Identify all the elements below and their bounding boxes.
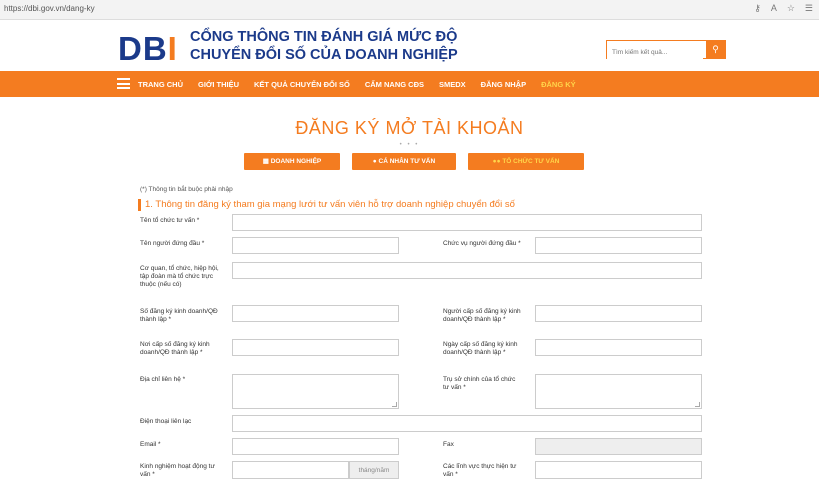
logo[interactable]: DBI (118, 32, 178, 65)
org-name-label: Tên tổ chức tư vấn * (140, 217, 200, 224)
license-place-label: Nơi cấp số đăng ký kinh doanh/QĐ thành l… (140, 341, 210, 356)
head-name-input[interactable] (232, 237, 399, 254)
browser-icons: ⚷ A ☆ ☰ (754, 3, 813, 14)
browser-bar: https://dbi.gov.vn/dang-ky ⚷ A ☆ ☰ (0, 0, 819, 20)
fields-input[interactable] (535, 461, 702, 479)
head-position-label: Chức vụ người đứng đầu * (443, 240, 521, 247)
fax-input[interactable] (535, 438, 702, 455)
tab-consulting-org[interactable]: ●● TỔ CHỨC TƯ VẤN (468, 153, 584, 170)
account-type-tabs: ▦ DOANH NGHIỆP ● CÁ NHÂN TƯ VẤN ●● TỔ CH… (244, 153, 584, 170)
nav-register[interactable]: ĐĂNG KÝ (541, 80, 576, 89)
required-note: (*) Thông tin bắt buộc phải nhập (140, 186, 233, 193)
license-signer-label: Người cấp số đăng ký kinh doanh/QĐ thành… (443, 308, 521, 323)
experience-unit: tháng/năm (349, 461, 399, 479)
nav-smedx[interactable]: SMEDX (439, 80, 466, 89)
nav-login[interactable]: ĐĂNG NHẬP (481, 80, 526, 89)
nav-handbook[interactable]: CẨM NANG CĐS (365, 80, 424, 89)
users-icon: ●● (492, 158, 503, 165)
page-title: ĐĂNG KÝ MỞ TÀI KHOẢN (295, 118, 524, 138)
key-icon[interactable]: ⚷ (754, 3, 761, 14)
menu-icon[interactable] (117, 78, 130, 89)
experience-label: Kinh nghiệm hoạt động tư vấn * (140, 463, 215, 478)
search-input[interactable] (607, 44, 703, 61)
contact-address-label: Địa chỉ liên hệ * (140, 376, 186, 383)
search-box: ⚲ (606, 40, 726, 61)
license-place-input[interactable] (232, 339, 399, 356)
head-position-input[interactable] (535, 237, 702, 254)
license-date-input[interactable] (535, 339, 702, 356)
nav-about[interactable]: GIỚI THIỆU (198, 80, 239, 89)
org-name-input[interactable] (232, 214, 702, 231)
brand-line-1: CỔNG THÔNG TIN ĐÁNH GIÁ MỨC ĐỘ (190, 29, 458, 45)
head-name-label: Tên người đứng đầu * (140, 240, 205, 247)
title-divider: • • • (399, 142, 420, 148)
license-date-label: Ngày cấp số đăng ký kinh doanh/QĐ thành … (443, 341, 518, 356)
tab-business[interactable]: ▦ DOANH NGHIỆP (244, 153, 340, 170)
building-icon: ▦ (262, 158, 271, 165)
read-aloud-icon[interactable]: A (771, 3, 777, 14)
license-signer-input[interactable] (535, 305, 702, 322)
tab-individual-consultant[interactable]: ● CÁ NHÂN TƯ VẤN (352, 153, 456, 170)
search-icon[interactable]: ⚲ (706, 41, 725, 58)
license-no-input[interactable] (232, 305, 399, 322)
section-heading: 1. Thông tin đăng ký tham gia mạng lưới … (138, 199, 515, 211)
fax-label: Fax (443, 441, 454, 448)
email-input[interactable] (232, 438, 399, 455)
fields-label: Các lĩnh vực thực hiện tư vấn * (443, 463, 517, 478)
main-nav: TRANG CHỦ GIỚI THIỆU KẾT QUẢ CHUYỂN ĐỔI … (0, 71, 819, 97)
experience-input[interactable] (232, 461, 349, 479)
address-bar[interactable]: https://dbi.gov.vn/dang-ky (4, 4, 95, 13)
email-label: Email * (140, 441, 161, 448)
favorite-icon[interactable]: ☆ (787, 3, 795, 14)
brand-title: CỔNG THÔNG TIN ĐÁNH GIÁ MỨC ĐỘ CHUYỂN ĐỔ… (190, 28, 458, 64)
license-no-label: Số đăng ký kinh doanh/QĐ thành lập * (140, 308, 218, 323)
head-office-textarea[interactable] (535, 374, 702, 409)
site-header: DBI CỔNG THÔNG TIN ĐÁNH GIÁ MỨC ĐỘ CHUYỂ… (0, 20, 819, 71)
head-office-label: Trụ sở chính của tổ chức tư vấn * (443, 376, 516, 391)
phone-input[interactable] (232, 415, 702, 432)
contact-address-textarea[interactable] (232, 374, 399, 409)
favorites-list-icon[interactable]: ☰ (805, 3, 813, 14)
parent-org-label: Cơ quan, tổ chức, hiệp hội, tập đoàn mà … (140, 265, 219, 288)
nav-results[interactable]: KẾT QUẢ CHUYỂN ĐỔI SỐ (254, 80, 350, 89)
phone-label: Điện thoại liên lạc (140, 418, 192, 425)
nav-home[interactable]: TRANG CHỦ (138, 80, 183, 89)
parent-org-input[interactable] (232, 262, 702, 279)
brand-line-2: CHUYỂN ĐỔI SỐ CỦA DOANH NGHIỆP (190, 47, 458, 63)
